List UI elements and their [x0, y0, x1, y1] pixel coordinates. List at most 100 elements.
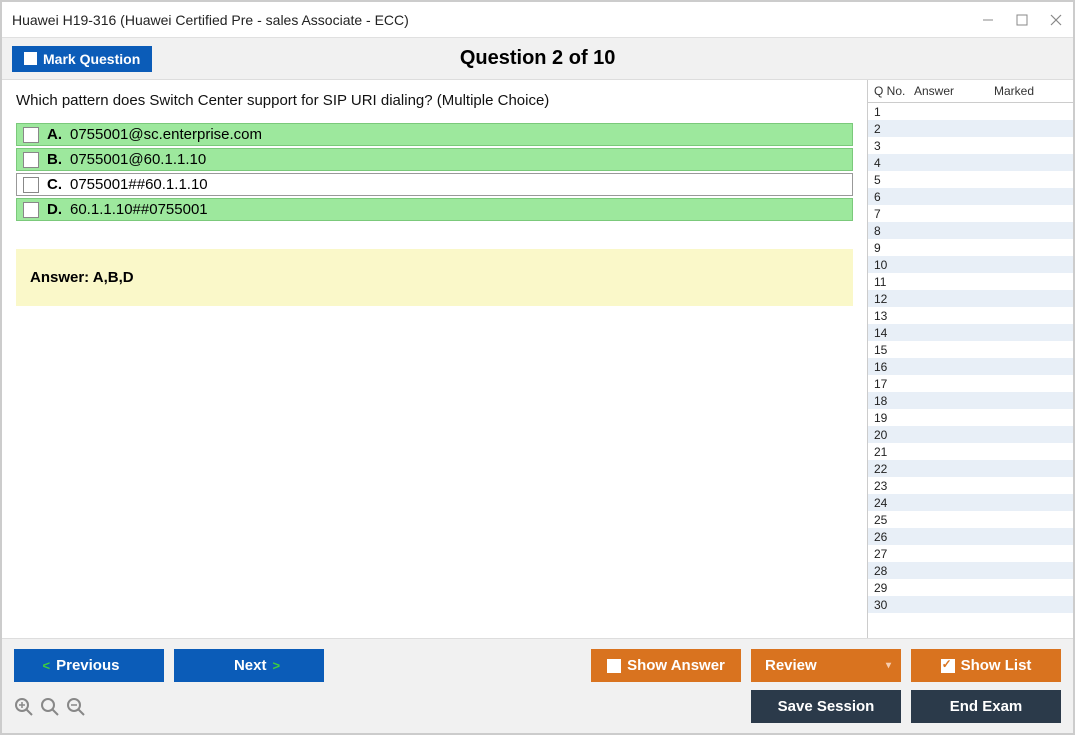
show-answer-label: Show Answer	[627, 657, 725, 674]
qlist-no: 7	[874, 207, 914, 221]
window-controls	[981, 13, 1063, 27]
qlist-row[interactable]: 29	[868, 579, 1073, 596]
next-button[interactable]: Next >	[174, 649, 324, 682]
qlist-no: 10	[874, 258, 914, 272]
qlist-no: 1	[874, 105, 914, 119]
option-row[interactable]: C. 0755001##60.1.1.10	[16, 173, 853, 196]
qlist-row[interactable]: 9	[868, 239, 1073, 256]
qlist-no: 25	[874, 513, 914, 527]
zoom-in-icon[interactable]	[14, 697, 34, 717]
qlist-no: 9	[874, 241, 914, 255]
qlist-row[interactable]: 22	[868, 460, 1073, 477]
qlist-row[interactable]: 24	[868, 494, 1073, 511]
qlist-row[interactable]: 28	[868, 562, 1073, 579]
qlist-row[interactable]: 7	[868, 205, 1073, 222]
chevron-right-icon: >	[272, 658, 280, 673]
mark-checkbox-icon	[24, 52, 37, 65]
mark-question-label: Mark Question	[43, 51, 140, 67]
maximize-icon[interactable]	[1015, 13, 1029, 27]
save-session-button[interactable]: Save Session	[751, 690, 901, 723]
next-label: Next	[234, 657, 267, 674]
close-icon[interactable]	[1049, 13, 1063, 27]
save-session-label: Save Session	[778, 698, 875, 715]
qlist-no: 11	[874, 275, 914, 289]
qlist-body[interactable]: 1234567891011121314151617181920212223242…	[868, 103, 1073, 638]
qlist-row[interactable]: 8	[868, 222, 1073, 239]
qlist-row[interactable]: 11	[868, 273, 1073, 290]
qlist-no: 28	[874, 564, 914, 578]
qlist-no: 21	[874, 445, 914, 459]
qlist-row[interactable]: 1	[868, 103, 1073, 120]
qlist-no: 6	[874, 190, 914, 204]
option-letter: D.	[47, 201, 62, 218]
qlist-no: 16	[874, 360, 914, 374]
qlist-row[interactable]: 26	[868, 528, 1073, 545]
review-dropdown[interactable]: Review ▾	[751, 649, 901, 682]
mark-question-button[interactable]: Mark Question	[12, 46, 152, 72]
qlist-col-marked: Marked	[994, 84, 1067, 98]
qlist-row[interactable]: 2	[868, 120, 1073, 137]
qlist-row[interactable]: 12	[868, 290, 1073, 307]
qlist-no: 22	[874, 462, 914, 476]
qlist-row[interactable]: 14	[868, 324, 1073, 341]
qlist-row[interactable]: 16	[868, 358, 1073, 375]
option-row[interactable]: A. 0755001@sc.enterprise.com	[16, 123, 853, 146]
qlist-col-no: Q No.	[874, 84, 914, 98]
zoom-out-icon[interactable]	[66, 697, 86, 717]
answer-box: Answer: A,B,D	[16, 249, 853, 306]
option-letter: C.	[47, 176, 62, 193]
option-text: 0755001##60.1.1.10	[70, 176, 208, 193]
option-row[interactable]: D.60.1.1.10##0755001	[16, 198, 853, 221]
option-text: 0755001@sc.enterprise.com	[70, 126, 262, 143]
option-checkbox-icon[interactable]	[23, 177, 39, 193]
zoom-reset-icon[interactable]	[40, 697, 60, 717]
caret-down-icon: ▾	[886, 660, 891, 671]
bottom-bar: < Previous Next > Show Answer Review ▾ S…	[2, 638, 1073, 733]
qlist-no: 23	[874, 479, 914, 493]
option-checkbox-icon[interactable]	[23, 152, 39, 168]
qlist-row[interactable]: 15	[868, 341, 1073, 358]
qlist-row[interactable]: 21	[868, 443, 1073, 460]
option-text: 0755001@60.1.1.10	[70, 151, 206, 168]
option-row[interactable]: B.0755001@60.1.1.10	[16, 148, 853, 171]
show-answer-checkbox-icon	[607, 659, 621, 673]
qlist-no: 19	[874, 411, 914, 425]
end-exam-button[interactable]: End Exam	[911, 690, 1061, 723]
qlist-row[interactable]: 23	[868, 477, 1073, 494]
qlist-no: 2	[874, 122, 914, 136]
titlebar: Huawei H19-316 (Huawei Certified Pre - s…	[2, 2, 1073, 38]
qlist-row[interactable]: 6	[868, 188, 1073, 205]
zoom-controls	[14, 697, 86, 717]
qlist-no: 27	[874, 547, 914, 561]
qlist-no: 24	[874, 496, 914, 510]
qlist-row[interactable]: 5	[868, 171, 1073, 188]
show-answer-button[interactable]: Show Answer	[591, 649, 741, 682]
qlist-row[interactable]: 13	[868, 307, 1073, 324]
qlist-row[interactable]: 19	[868, 409, 1073, 426]
qlist-row[interactable]: 18	[868, 392, 1073, 409]
question-pane: Which pattern does Switch Center support…	[2, 80, 867, 638]
qlist-row[interactable]: 4	[868, 154, 1073, 171]
qlist-row[interactable]: 17	[868, 375, 1073, 392]
qlist-row[interactable]: 10	[868, 256, 1073, 273]
show-list-button[interactable]: Show List	[911, 649, 1061, 682]
qlist-row[interactable]: 3	[868, 137, 1073, 154]
qlist-no: 3	[874, 139, 914, 153]
qlist-row[interactable]: 27	[868, 545, 1073, 562]
qlist-row[interactable]: 30	[868, 596, 1073, 613]
qlist-row[interactable]: 20	[868, 426, 1073, 443]
option-checkbox-icon[interactable]	[23, 202, 39, 218]
previous-button[interactable]: < Previous	[14, 649, 164, 682]
question-text: Which pattern does Switch Center support…	[16, 92, 853, 109]
main-area: Which pattern does Switch Center support…	[2, 80, 1073, 638]
end-exam-label: End Exam	[950, 698, 1023, 715]
qlist-no: 5	[874, 173, 914, 187]
qlist-no: 13	[874, 309, 914, 323]
qlist-no: 8	[874, 224, 914, 238]
option-letter: A.	[47, 126, 62, 143]
minimize-icon[interactable]	[981, 13, 995, 27]
review-label: Review	[765, 657, 817, 674]
qlist-row[interactable]: 25	[868, 511, 1073, 528]
option-checkbox-icon[interactable]	[23, 127, 39, 143]
previous-label: Previous	[56, 657, 119, 674]
